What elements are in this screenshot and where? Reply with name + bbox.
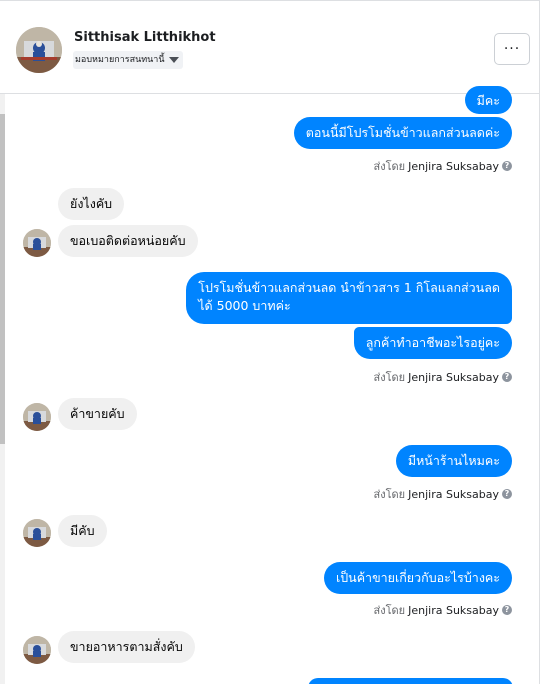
message-bubble-incoming[interactable]: ค้าขายคับ bbox=[58, 398, 137, 430]
message-text: มีคับ bbox=[70, 523, 95, 538]
message-bubble-outgoing[interactable]: เป็นค้าขายเกี่ยวกับอะไรบ้างคะ bbox=[323, 562, 512, 594]
message-bubble-outgoing[interactable]: มีคะ bbox=[464, 86, 512, 114]
more-options-button[interactable]: ··· bbox=[494, 33, 530, 65]
message-text: ตอนนี้มีโปรโมชั่นข้าวแลกส่วนลดค่ะ bbox=[305, 125, 500, 140]
message-bubble-outgoing[interactable]: มีหน้าร้านไหมคะ bbox=[395, 445, 512, 477]
avatar-photo-icon bbox=[23, 519, 51, 547]
message-thread[interactable] bbox=[0, 94, 539, 684]
avatar-photo-icon bbox=[23, 636, 51, 664]
message-text: มีหน้าร้านไหมคะ bbox=[407, 453, 500, 468]
contact-avatar-small[interactable] bbox=[23, 403, 51, 431]
sent-by-line: ส่งโดย Jenjira Suksabay ? bbox=[374, 157, 512, 175]
sender-name[interactable]: Jenjira Suksabay bbox=[408, 371, 499, 384]
message-bubble-incoming[interactable]: ยังไงคับ bbox=[58, 188, 125, 220]
message-bubble-incoming[interactable]: ขอเบอติดต่อหน่อยคับ bbox=[58, 225, 198, 257]
message-text-line: ได้ 5000 บาทค่ะ bbox=[198, 298, 291, 313]
sent-by-prefix: ส่งโดย bbox=[373, 371, 406, 384]
sent-by-line: ส่งโดย Jenjira Suksabay ? bbox=[374, 601, 512, 619]
info-icon[interactable]: ? bbox=[502, 605, 512, 615]
conversation-header: Sitthisak Litthikhot มอบหมายการสนทนานี้ … bbox=[0, 1, 539, 94]
message-text: ขอเบอติดต่อหน่อยคับ bbox=[70, 233, 186, 248]
message-text: เป็นค้าขายเกี่ยวกับอะไรบ้างคะ bbox=[335, 570, 500, 585]
message-bubble-outgoing[interactable]: ตอนนี้มีโปรโมชั่นข้าวแลกส่วนลดค่ะ bbox=[293, 117, 512, 149]
more-options-label: ··· bbox=[503, 41, 521, 57]
message-bubble-outgoing[interactable]: โปรโมชั่นข้าวแลกส่วนลด นำข้าวสาร 1 กิโลแ… bbox=[186, 272, 512, 324]
info-icon[interactable]: ? bbox=[502, 372, 512, 382]
message-bubble-outgoing[interactable]: ลูกค้าทำอาชีพอะไรอยู่คะ bbox=[353, 327, 512, 359]
sender-name[interactable]: Jenjira Suksabay bbox=[408, 604, 499, 617]
conversation-panel: Sitthisak Litthikhot มอบหมายการสนทนานี้ … bbox=[0, 0, 540, 684]
contact-avatar-small[interactable] bbox=[23, 229, 51, 257]
message-text: ยังไงคับ bbox=[70, 196, 113, 211]
assign-conversation-dropdown[interactable]: มอบหมายการสนทนานี้ bbox=[73, 51, 183, 69]
contact-avatar[interactable] bbox=[16, 27, 62, 73]
info-icon[interactable]: ? bbox=[502, 161, 512, 171]
message-text: ค้าขายคับ bbox=[70, 406, 125, 421]
contact-avatar-small[interactable] bbox=[23, 636, 51, 664]
message-text: ลูกค้าทำอาชีพอะไรอยู่คะ bbox=[365, 335, 500, 350]
avatar-photo-icon bbox=[23, 403, 51, 431]
message-bubble-incoming[interactable]: ขายอาหารตามสั่งคับ bbox=[58, 631, 195, 663]
info-icon[interactable]: ? bbox=[502, 489, 512, 499]
sent-by-prefix: ส่งโดย bbox=[373, 488, 406, 501]
contact-name[interactable]: Sitthisak Litthikhot bbox=[74, 30, 216, 45]
sent-by-prefix: ส่งโดย bbox=[373, 160, 406, 173]
contact-avatar-small[interactable] bbox=[23, 519, 51, 547]
message-bubble-outgoing-partial[interactable] bbox=[308, 678, 513, 684]
assign-label: มอบหมายการสนทนานี้ bbox=[75, 55, 165, 65]
message-text: มีคะ bbox=[476, 93, 500, 108]
avatar-photo-icon bbox=[16, 27, 62, 73]
sender-name[interactable]: Jenjira Suksabay bbox=[408, 488, 499, 501]
message-text-line: โปรโมชั่นข้าวแลกส่วนลด นำข้าวสาร 1 กิโลแ… bbox=[198, 280, 500, 295]
scrollbar-thumb[interactable] bbox=[0, 114, 5, 444]
sent-by-line: ส่งโดย Jenjira Suksabay ? bbox=[374, 485, 512, 503]
sent-by-prefix: ส่งโดย bbox=[373, 604, 406, 617]
avatar-photo-icon bbox=[23, 229, 51, 257]
caret-down-icon bbox=[168, 57, 179, 63]
message-text: ขายอาหารตามสั่งคับ bbox=[70, 639, 183, 654]
message-bubble-incoming[interactable]: มีคับ bbox=[58, 515, 107, 547]
sent-by-line: ส่งโดย Jenjira Suksabay ? bbox=[374, 368, 512, 386]
sender-name[interactable]: Jenjira Suksabay bbox=[408, 160, 499, 173]
